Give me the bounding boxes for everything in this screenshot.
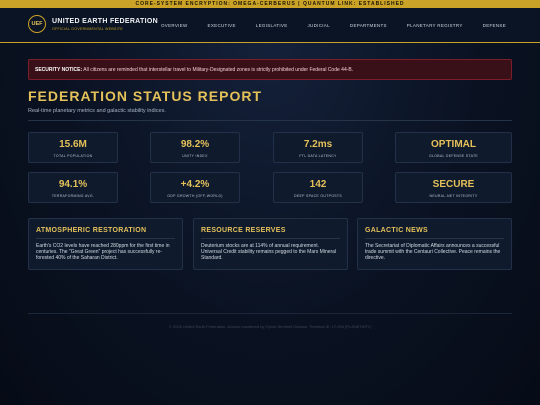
metric-label: DEEP SPACE OUTPOSTS [294, 194, 342, 198]
metric-value: 15.6M [59, 139, 87, 150]
metric-label: UNITY INDEX [182, 154, 208, 158]
security-notice-message: All citizens are reminded that interstel… [83, 67, 354, 73]
metric-value: OPTIMAL [431, 139, 476, 150]
site-subtitle: OFFICIAL GOVERNMENTAL WEBSITE [52, 27, 123, 31]
metric-label: TOTAL POPULATION [53, 154, 93, 158]
footer-text: © 2026 United Earth Federation. Access m… [168, 324, 372, 329]
metric-card-unity-index: 98.2% UNITY INDEX [150, 132, 240, 163]
nav-planetary-registry[interactable]: PLANETARY REGISTRY [407, 23, 463, 28]
panel-title: RESOURCE RESERVES [201, 227, 286, 234]
metric-value: 94.1% [58, 179, 88, 190]
encryption-banner: CORE-SYSTEM ENCRYPTION: OMEGA-CERBERUS |… [0, 0, 540, 8]
security-notice-text: SECURITY NOTICE: All citizens are remind… [35, 67, 353, 73]
nav-defense[interactable]: DEFENSE [483, 23, 506, 28]
page-subtitle: Real-time planetary metrics and galactic… [28, 108, 166, 114]
site-header: UEF UNITED EARTH FEDERATION OFFICIAL GOV… [0, 8, 540, 43]
metric-value: 7.2ms [303, 139, 333, 150]
metric-label: GLOBAL DEFENSE STATE [428, 154, 479, 158]
panel-title: ATMOSPHERIC RESTORATION [36, 227, 147, 234]
footer-divider [28, 313, 512, 314]
metric-card-outposts: 142 DEEP SPACE OUTPOSTS [273, 172, 363, 203]
nav-departments[interactable]: DEPARTMENTS [350, 23, 387, 28]
encryption-banner-text: CORE-SYSTEM ENCRYPTION: OMEGA-CERBERUS |… [135, 1, 405, 7]
security-notice: SECURITY NOTICE: All citizens are remind… [28, 59, 512, 80]
metric-value: 142 [309, 179, 327, 190]
metric-label: FTL DATA LATENCY [299, 154, 337, 158]
metric-card-population: 15.6M TOTAL POPULATION [28, 132, 118, 163]
metric-label: NEURAL-NET INTEGRITY [429, 194, 478, 198]
panel-divider [365, 238, 504, 239]
panel-body: Earth's CO2 levels have reached 280ppm f… [36, 243, 170, 261]
security-notice-label: SECURITY NOTICE: [35, 67, 83, 73]
metric-card-terraforming: 94.1% TERRAFORMING AVG. [28, 172, 118, 203]
nav-executive[interactable]: EXECUTIVE [208, 23, 236, 28]
panel-divider [201, 238, 340, 239]
panel-title: GALACTIC NEWS [365, 227, 429, 234]
main-nav: OVERVIEW EXECUTIVE LEGISLATIVE JUDICIAL … [141, 23, 506, 28]
panel-atmospheric-restoration: ATMOSPHERIC RESTORATION Earth's CO2 leve… [28, 218, 183, 270]
metric-card-ftl-latency: 7.2ms FTL DATA LATENCY [273, 132, 363, 163]
metric-label: TERRAFORMING AVG. [51, 194, 95, 198]
panel-body: Deuterium stocks are at 114% of annual r… [201, 243, 337, 261]
nav-legislative[interactable]: LEGISLATIVE [256, 23, 288, 28]
metric-card-gdp-growth: +4.2% GDP GROWTH (OFF-WORLD) [150, 172, 240, 203]
panel-divider [36, 238, 175, 239]
page-title: FEDERATION STATUS REPORT [28, 88, 262, 104]
metric-value: SECURE [432, 179, 475, 190]
metric-card-neural-net: SECURE NEURAL-NET INTEGRITY [395, 172, 512, 203]
metric-label: GDP GROWTH (OFF-WORLD) [167, 194, 223, 198]
panel-galactic-news: GALACTIC NEWS The Secretariat of Diploma… [357, 218, 512, 270]
nav-judicial[interactable]: JUDICIAL [308, 23, 330, 28]
nav-overview[interactable]: OVERVIEW [161, 23, 188, 28]
panel-body: The Secretariat of Diplomatic Affairs an… [365, 243, 501, 261]
metric-value: +4.2% [180, 179, 210, 190]
metric-value: 98.2% [180, 139, 210, 150]
title-divider [28, 120, 512, 121]
metric-card-defense-state: OPTIMAL GLOBAL DEFENSE STATE [395, 132, 512, 163]
panel-resource-reserves: RESOURCE RESERVES Deuterium stocks are a… [193, 218, 348, 270]
logo-text: UEF [31, 21, 43, 27]
uef-logo[interactable]: UEF [28, 15, 46, 33]
